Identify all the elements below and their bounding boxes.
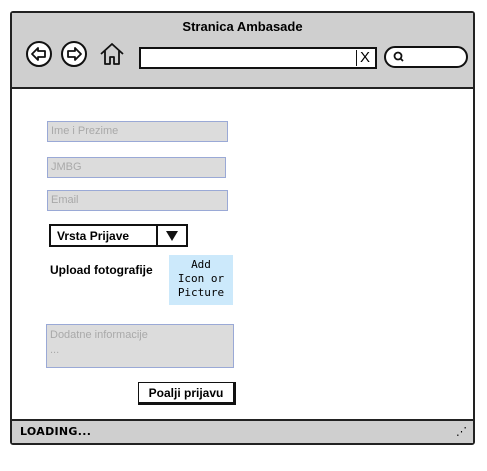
resize-grip-icon[interactable]: ⋰ bbox=[456, 425, 467, 438]
home-icon bbox=[100, 43, 124, 65]
select-dropdown-button[interactable] bbox=[156, 226, 186, 245]
back-button[interactable] bbox=[26, 41, 52, 67]
jmbg-input[interactable]: JMBG bbox=[47, 157, 226, 178]
clear-url-button[interactable]: X bbox=[356, 50, 373, 66]
select-value: Vrsta Prijave bbox=[57, 229, 130, 243]
search-icon bbox=[393, 51, 404, 62]
submit-button[interactable]: Poalji prijavu bbox=[138, 382, 236, 405]
application-type-select[interactable]: Vrsta Prijave bbox=[49, 224, 188, 247]
window-title: Stranica Ambasade bbox=[182, 19, 303, 34]
upload-photo-label: Upload fotografije bbox=[50, 263, 153, 277]
address-bar[interactable]: X bbox=[139, 47, 377, 69]
name-input[interactable]: Ime i Prezime bbox=[47, 121, 228, 142]
textarea-placeholder: Dodatne informacije bbox=[50, 329, 148, 341]
forward-button[interactable] bbox=[61, 41, 87, 67]
picture-line-1: Add bbox=[191, 258, 211, 271]
photo-placeholder[interactable]: Add Icon or Picture bbox=[169, 255, 233, 305]
textarea-placeholder-dots: ... bbox=[50, 344, 60, 356]
triangle-down-icon bbox=[166, 231, 178, 241]
browser-toolbar: Stranica Ambasade X bbox=[12, 13, 473, 89]
arrow-left-icon bbox=[31, 47, 46, 61]
search-input[interactable] bbox=[384, 46, 468, 68]
picture-line-3: Picture bbox=[177, 286, 225, 299]
email-input[interactable]: Email bbox=[47, 190, 228, 211]
browser-window: Stranica Ambasade X Ime i Prezime JMBG E… bbox=[10, 11, 475, 445]
status-text: LOADING... bbox=[20, 425, 92, 438]
home-button[interactable] bbox=[98, 41, 126, 67]
additional-info-textarea[interactable]: Dodatne informacije ... bbox=[46, 324, 234, 368]
arrow-right-icon bbox=[67, 47, 82, 61]
status-bar: LOADING... ⋰ bbox=[12, 419, 473, 443]
picture-line-2: Icon or bbox=[177, 272, 225, 285]
